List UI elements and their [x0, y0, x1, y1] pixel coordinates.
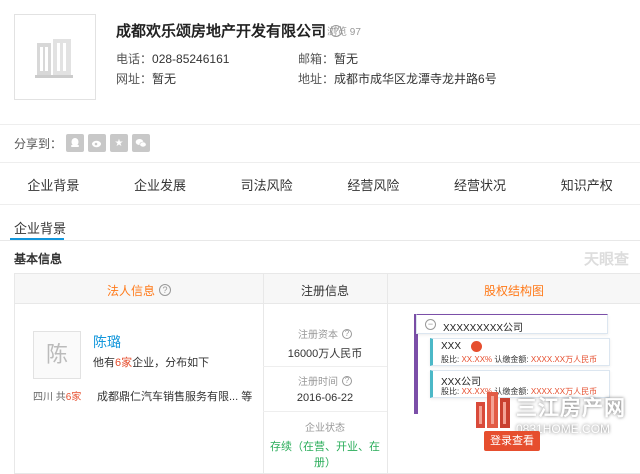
help-icon[interactable]: ?: [342, 329, 352, 339]
reg-date-label: 注册时间?: [263, 373, 387, 388]
brand-name: 三江房产网: [516, 397, 626, 420]
watermark-logo: 天眼查: [584, 251, 630, 268]
tab-intellectual-property[interactable]: 知识产权: [533, 170, 640, 204]
email-row: 邮箱：暂无: [298, 50, 358, 67]
share-label: 分享到：: [14, 136, 63, 151]
header-divider: [0, 124, 640, 125]
reg-capital-label-text: 注册资本: [298, 330, 338, 341]
amount-label: 认缴金额:: [494, 355, 529, 364]
equity-root-name: XXXXXXXXX公司: [443, 323, 524, 334]
help-icon[interactable]: ?: [342, 376, 352, 386]
website-row: 网址：暂无: [116, 70, 176, 87]
company-logo: [14, 14, 96, 100]
tab-judicial-risk[interactable]: 司法风险: [213, 170, 320, 204]
view-count: 浏览 97: [327, 27, 361, 38]
region-name: 四川: [33, 392, 53, 403]
email-label: 邮箱：: [298, 52, 335, 66]
reg-status-label: 企业状态: [305, 423, 345, 434]
brand-overlay: 三江房产网 0831HOME.COM 登录查看: [470, 388, 640, 474]
reg-date-value: 2016-06-22: [296, 392, 354, 404]
subtab-divider: [0, 240, 640, 241]
legal-person-name[interactable]: 陈璐: [93, 332, 121, 352]
equity-holder-node[interactable]: XXX 股比: XX.XX% 认缴金额: XXXX.XX万人民币: [430, 338, 610, 366]
star-icon[interactable]: ★: [110, 134, 129, 152]
ratio-label: 股比:: [441, 355, 460, 364]
address-label: 地址：: [298, 72, 335, 86]
email-value: 暂无: [334, 52, 359, 66]
phone-value: 028-85246161: [152, 52, 230, 66]
region-total: 6家: [65, 392, 82, 403]
share-bar: 分享到： ★: [14, 134, 151, 152]
website-label: 网址：: [116, 72, 153, 86]
tab-enterprise-development[interactable]: 企业发展: [107, 170, 214, 204]
ratio-label: 股比:: [441, 387, 460, 396]
reg-separator: [263, 411, 387, 412]
section-title: 基本信息: [14, 252, 63, 266]
avatar: 陈: [33, 331, 81, 379]
tab-operating-status[interactable]: 经营状况: [427, 170, 534, 204]
reg-status: 企业状态 存续（在营、开业、在册）: [263, 419, 387, 470]
ratio-value: XX.XX%: [461, 355, 493, 364]
tab-enterprise-background[interactable]: 企业背景: [0, 170, 107, 204]
building-icon: [35, 39, 73, 78]
desc-count: 6家: [115, 357, 133, 369]
column-divider: [387, 274, 388, 474]
equity-root-node[interactable]: − XXXXXXXXX公司: [416, 314, 608, 334]
company-header: 成都欢乐颂房地产开发有限公司? 浏览 97 电话：028-85246161 邮箱…: [0, 0, 640, 120]
desc-prefix: 他有: [93, 357, 115, 369]
reg-capital: 注册资本? 16000万人民币: [263, 326, 387, 361]
reg-header: 注册信息: [300, 284, 349, 298]
address-value: 成都市成华区龙潭寺龙井路6号: [334, 72, 497, 86]
login-view-button[interactable]: 登录查看: [484, 431, 540, 451]
help-icon[interactable]: ?: [159, 284, 171, 296]
tab-operating-risk[interactable]: 经营风险: [320, 170, 427, 204]
related-companies[interactable]: 成都鼎仁汽车销售服务有限... 等: [97, 388, 252, 404]
legal-header-text: 法人信息: [106, 284, 155, 298]
reg-separator: [263, 366, 387, 367]
wechat-icon[interactable]: [132, 134, 151, 152]
qq-icon[interactable]: [66, 134, 85, 152]
company-name: 成都欢乐颂房地产开发有限公司?: [116, 20, 343, 41]
holder-detail: 股比: XX.XX% 认缴金额: XXXX.XX万人民币: [441, 354, 597, 365]
main-tabs: 企业背景 企业发展 司法风险 经营风险 经营状况 知识产权: [0, 170, 640, 204]
building-logo-icon: [476, 392, 510, 428]
equity-header[interactable]: 股权结构图: [387, 282, 640, 299]
amount-value: XXXX.XX万人民币: [530, 355, 598, 364]
collapse-icon[interactable]: −: [425, 319, 436, 330]
legal-header: 法人信息?: [15, 282, 263, 299]
person-badge-icon: [471, 341, 482, 352]
company-name-text: 成都欢乐颂房地产开发有限公司: [116, 23, 327, 40]
desc-suffix: 企业，分布如下: [132, 357, 210, 369]
website-value: 暂无: [152, 72, 177, 86]
reg-date: 注册时间? 2016-06-22: [263, 373, 387, 404]
reg-capital-label: 注册资本?: [263, 326, 387, 341]
tabs-divider: [0, 204, 640, 205]
region-summary: 四川 共6家: [33, 388, 81, 403]
address-row: 地址：成都市成华区龙潭寺龙井路6号: [298, 70, 497, 87]
phone-row: 电话：028-85246161: [116, 50, 229, 67]
legal-person-desc: 他有6家企业，分布如下: [93, 354, 209, 370]
share-divider: [0, 162, 640, 163]
subtab-enterprise-background[interactable]: 企业背景: [14, 218, 66, 237]
holder-name: XXX: [441, 341, 462, 352]
reg-capital-value: 16000万人民币: [287, 348, 363, 360]
reg-date-label-text: 注册时间: [298, 377, 338, 388]
region-total-prefix: 共: [55, 392, 66, 403]
reg-status-value: 存续（在营、开业、在册）: [270, 441, 380, 469]
phone-label: 电话：: [116, 52, 153, 66]
weibo-icon[interactable]: [88, 134, 107, 152]
